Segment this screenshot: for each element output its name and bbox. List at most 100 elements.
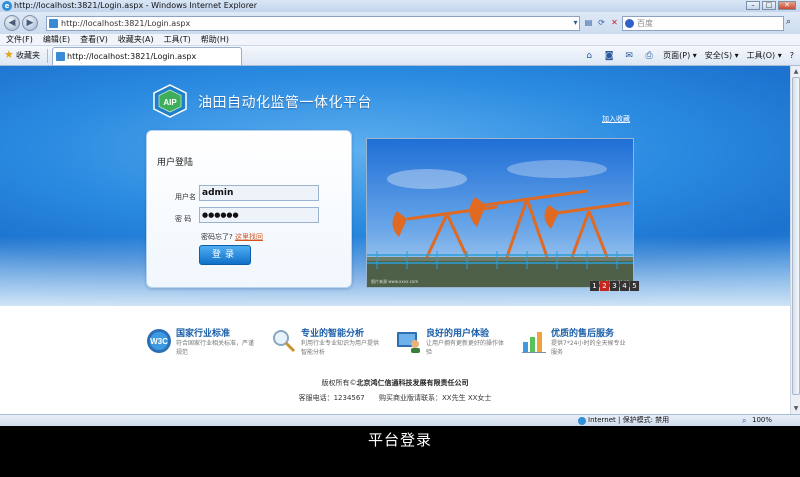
menu-file[interactable]: 文件(F) [6,34,33,45]
status-zone-text: Internet | 保护模式: 禁用 [588,416,670,424]
svg-text:W3C: W3C [150,337,168,346]
zoom-control[interactable]: ⌕ 100% [742,415,772,426]
feature-desc: 提供7*24小时的全天候专业服务 [551,340,626,356]
vertical-scrollbar[interactable]: ▲ ▼ [790,66,800,414]
forgot-text: 密码忘了? [201,233,233,241]
features-row: W3C 国家行业标准 符合国家行业相关标准，严谨规范 专业的智能分析 利用行业专… [0,316,790,364]
feature-desc: 让用户拥有更新更好的操作体验 [426,340,505,356]
home-icon[interactable]: ⌂ [583,50,595,62]
feature-analysis: 专业的智能分析 利用行业专业知识为用户提供智能分析 [271,326,391,362]
logo-text: AIP [163,98,177,107]
maximize-button[interactable]: □ [762,1,776,10]
divider [47,49,48,63]
password-field[interactable]: ●●●●●● [199,207,319,223]
forward-button[interactable]: ▶ [22,15,38,31]
username-field[interactable]: admin [199,185,319,201]
pager-item-5[interactable]: 5 [630,281,639,291]
help-icon[interactable]: ? [790,50,794,62]
pager-item-1[interactable]: 1 [590,281,599,291]
feature-experience: 良好的用户体验 让用户拥有更新更好的操作体验 [396,326,516,362]
copyright-prefix: 版权所有© [321,379,357,387]
menu-view[interactable]: 查看(V) [80,34,108,45]
star-icon: ★ [4,48,14,61]
scroll-up-icon[interactable]: ▲ [792,67,800,76]
tab-title: http://localhost:3821/Login.aspx [67,52,197,61]
feature-title: 良好的用户体验 [426,329,490,339]
contact-info: 客服电话：1234567 购买商业版请联系：XX先生 XX女士 [0,393,790,403]
site-title: 油田自动化监管一体化平台 [198,95,372,111]
address-input[interactable]: http://localhost:3821/Login.aspx [46,16,580,31]
copyright-company: 北京鸿仁信通科技发展有限责任公司 [356,379,469,387]
compat-view-icon[interactable]: ▤ [583,16,594,29]
feature-service: 优质的售后服务 提供7*24小时的全天候专业服务 [521,326,641,362]
menu-tools[interactable]: 工具(T) [164,34,191,45]
search-go-icon[interactable]: ⌕ [786,17,791,27]
print-icon[interactable]: ⎙ [643,50,655,62]
user-icon [397,332,420,353]
stop-icon[interactable]: ✕ [609,16,620,29]
contact-phone: 客服电话：1234567 [298,394,365,402]
search-input[interactable]: 百度 [622,16,784,31]
screen: e http://localhost:3821/Login.aspx - Win… [0,0,800,477]
minimize-button[interactable]: – [746,1,760,10]
forgot-link[interactable]: 这里找回 [235,233,263,241]
pager-item-3[interactable]: 3 [610,281,619,291]
dropdown-arrow-icon[interactable]: ▾ [570,16,581,29]
back-button[interactable]: ◀ [4,15,20,31]
safety-menu[interactable]: 安全(S) ▾ [705,50,739,62]
scroll-thumb[interactable] [792,77,800,395]
scroll-down-icon[interactable]: ▼ [792,404,800,413]
menu-help[interactable]: 帮助(H) [201,34,229,45]
username-label: 用户名 [175,193,196,201]
bookmark-link[interactable]: 加入收藏 [602,114,630,124]
page-content: AIP 油田自动化监管一体化平台 加入收藏 用户登陆 用户名 admin 密 码… [0,66,790,414]
status-bar: Internet | 保护模式: 禁用 ⌕ 100% [0,414,800,426]
feature-standard: W3C 国家行业标准 符合国家行业相关标准，严谨规范 [146,326,266,362]
zoom-level: 100% [752,416,773,424]
chart-icon [522,332,546,353]
page-menu[interactable]: 页面(P) ▾ [663,50,697,62]
browser-tab[interactable]: http://localhost:3821/Login.aspx [52,47,242,65]
contact-sales: 购买商业版请联系：XX先生 XX女士 [379,394,492,402]
ie-logo-icon: e [2,1,12,11]
favorites-button[interactable]: ★ 收藏夹 [4,48,40,62]
feature-desc: 利用行业专业知识为用户提供智能分析 [301,340,380,356]
rss-icon[interactable]: ◙ [603,50,615,62]
feature-title: 优质的售后服务 [551,329,615,339]
address-bar-row: ◀ ▶ http://localhost:3821/Login.aspx ▾ ▤… [0,12,800,34]
site-logo-icon: AIP [153,84,187,118]
w3c-icon: W3C [147,329,171,353]
tools-menu[interactable]: 工具(O) ▾ [747,50,782,62]
oilfield-photo: 图片来源 www.xxxx.com Agosto 2013-06-05 [366,138,634,288]
baidu-icon [625,19,634,28]
feature-desc: 符合国家行业相关标准，严谨规范 [176,340,255,356]
caption-band: 平台登录 [0,426,800,477]
window-title: http://localhost:3821/Login.aspx - Windo… [14,1,258,10]
menu-edit[interactable]: 编辑(E) [43,34,70,45]
page-icon [49,19,58,28]
magnifier-icon [273,330,296,353]
photo-caption-left: 图片来源 www.xxxx.com [371,279,419,284]
password-label: 密 码 [175,215,192,223]
window-titlebar: e http://localhost:3821/Login.aspx - Win… [0,0,800,12]
pager-item-4[interactable]: 4 [620,281,629,291]
login-title: 用户登陆 [157,158,194,168]
security-zone[interactable]: Internet | 保护模式: 禁用 [578,415,669,426]
refresh-icon[interactable]: ⟳ [596,16,607,29]
pager-item-2[interactable]: 2 [600,281,609,291]
photo-pager: 1 2 3 4 5 [590,281,639,291]
feature-title: 专业的智能分析 [301,329,365,339]
forgot-password: 密码忘了? 这里找回 [201,232,263,242]
menu-bar: 文件(F) 编辑(E) 查看(V) 收藏夹(A) 工具(T) 帮助(H) [0,34,800,46]
feature-title: 国家行业标准 [176,329,231,339]
login-panel: 用户登陆 用户名 admin 密 码 ●●●●●● 密码忘了? 这里找回 登录 [146,130,352,288]
caption-text: 平台登录 [367,431,432,449]
close-window-button[interactable]: ✕ [778,1,796,10]
pumpjack-image [367,139,633,287]
search-placeholder: 百度 [637,19,653,28]
login-button[interactable]: 登录 [199,245,251,265]
mail-icon[interactable]: ✉ [623,50,635,62]
menu-favorites[interactable]: 收藏夹(A) [118,34,154,45]
copyright: 版权所有©北京鸿仁信通科技发展有限责任公司 [0,378,790,388]
page-icon [56,52,65,61]
